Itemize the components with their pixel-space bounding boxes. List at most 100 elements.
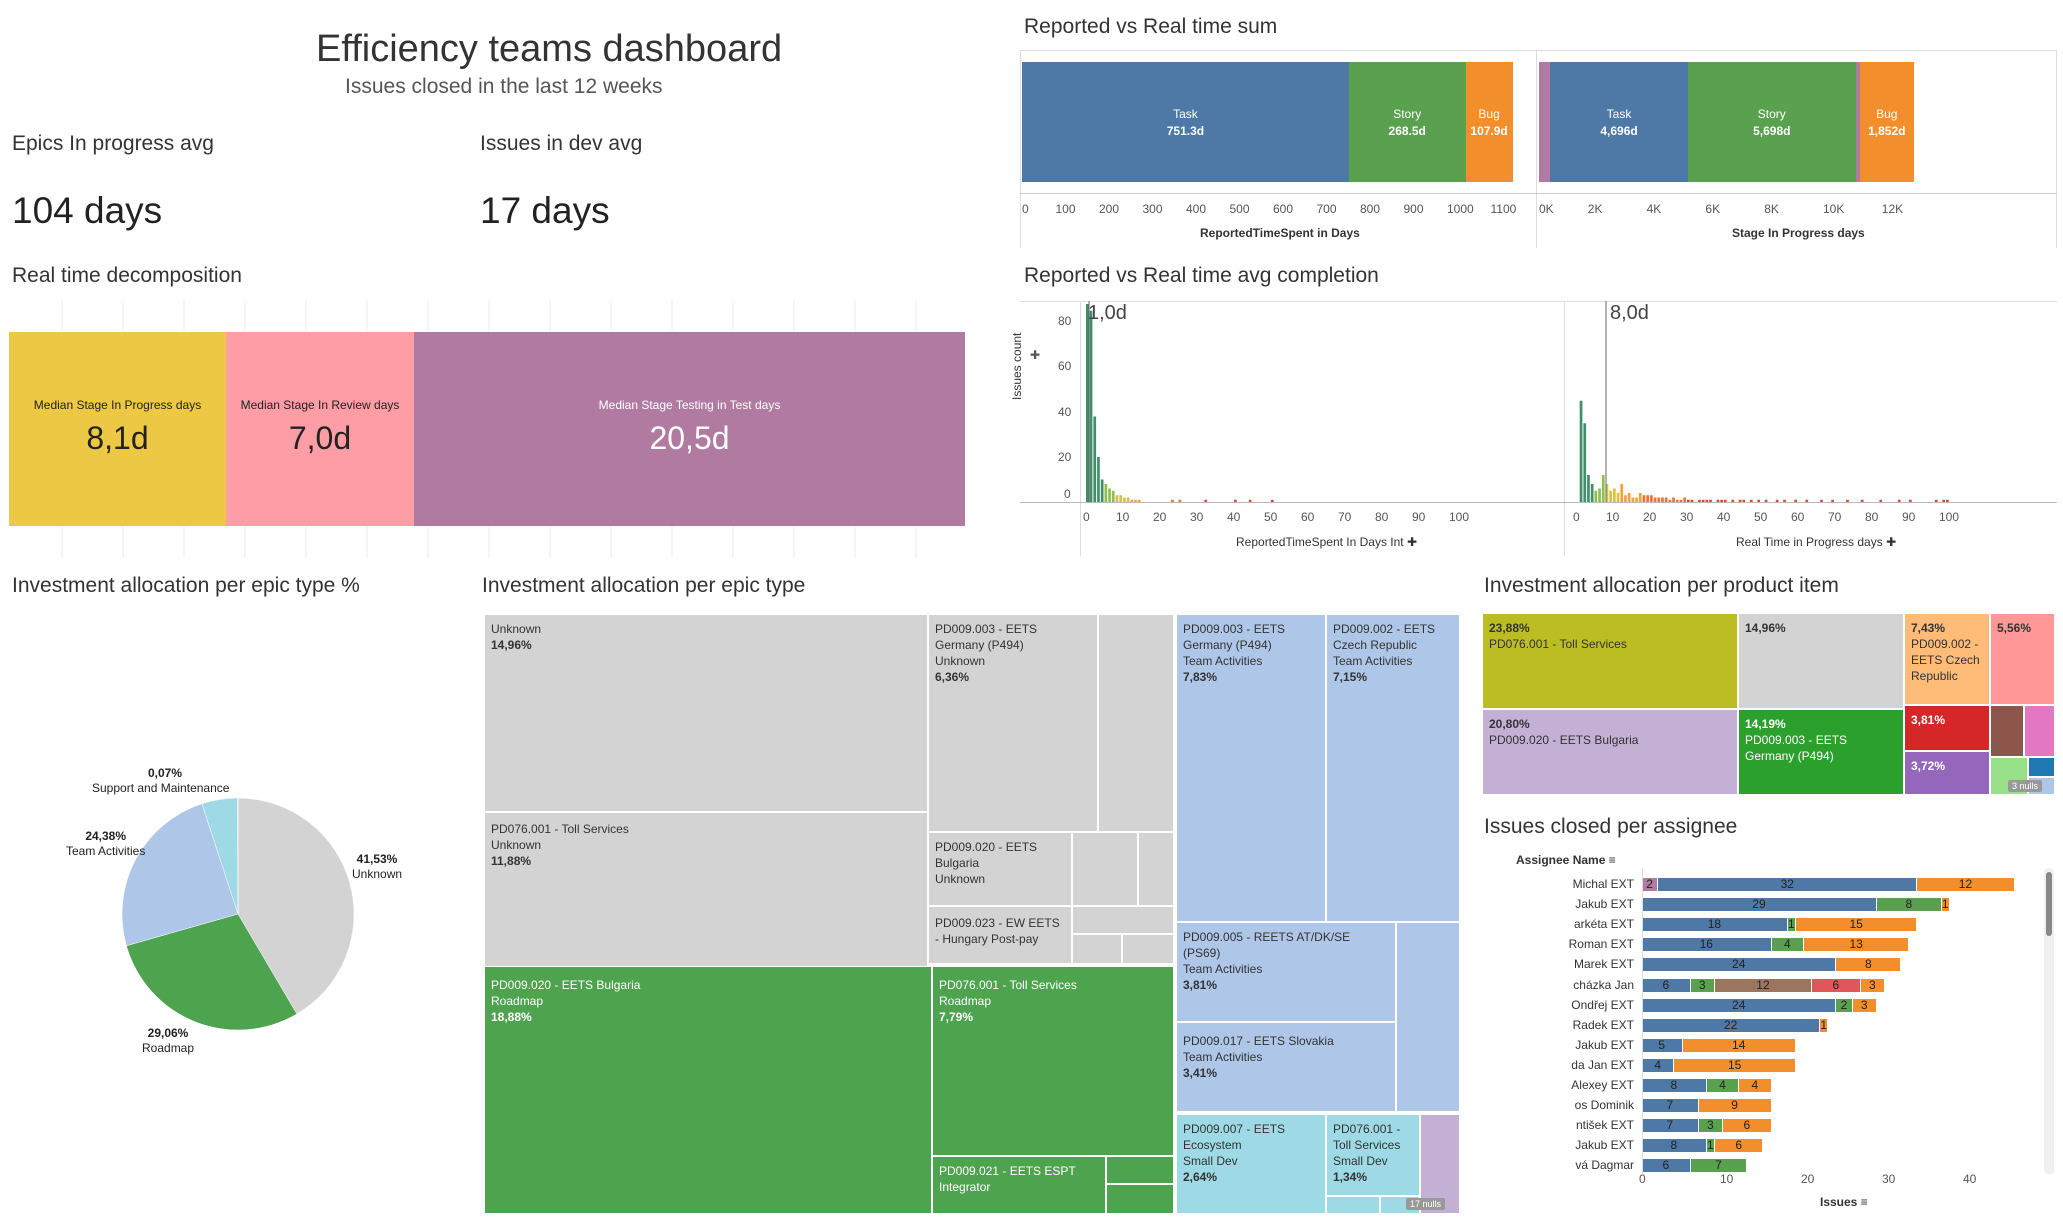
histogram-bar[interactable] <box>1635 497 1638 503</box>
decomp-segment-in-progress[interactable]: Median Stage In Progress days 8,1d <box>9 332 226 526</box>
assignee-header[interactable]: Assignee Name ≡ <box>1516 853 1616 867</box>
histogram-bar[interactable] <box>1675 499 1679 502</box>
histogram-bar[interactable] <box>1946 499 1949 502</box>
histogram-bar[interactable] <box>1701 499 1705 502</box>
assignee-bar-segment[interactable]: 12 <box>1714 978 1812 992</box>
histogram-bar[interactable] <box>1650 495 1653 502</box>
histogram-bar[interactable] <box>1683 497 1686 503</box>
histogram-bar[interactable] <box>1724 499 1727 502</box>
nulls-badge[interactable]: 3 nulls <box>2008 780 2043 792</box>
bar-segment[interactable] <box>1539 62 1550 182</box>
histogram-bar[interactable] <box>1860 499 1864 502</box>
assignee-bar-segment[interactable]: 1 <box>1820 1018 1828 1032</box>
histogram-bar[interactable] <box>1104 484 1108 502</box>
histogram-bar[interactable] <box>1783 499 1786 502</box>
bar-segment-story[interactable]: Story 268.5d <box>1348 62 1466 182</box>
histogram-bar[interactable] <box>1097 457 1100 502</box>
histogram-bar[interactable] <box>1134 499 1137 502</box>
histogram-bar[interactable] <box>1653 497 1657 503</box>
histogram-bar[interactable] <box>1594 490 1598 502</box>
histogram-bar[interactable] <box>1115 495 1119 502</box>
scrollbar-thumb[interactable] <box>2046 872 2052 936</box>
treemap-cell[interactable]: 3,81% <box>1904 705 1990 751</box>
assignee-bar-segment[interactable]: 22 <box>1642 1018 1820 1032</box>
treemap-product[interactable]: 23,88% PD076.001 - Toll Services 14,96% 7… <box>1482 613 2055 795</box>
histogram-bar[interactable] <box>1234 499 1237 502</box>
treemap-cell[interactable] <box>1072 906 1174 934</box>
bar-segment-story[interactable]: Story 5,698d <box>1688 62 1856 182</box>
histogram-bar[interactable] <box>1631 497 1635 503</box>
histogram-bar[interactable] <box>1672 497 1675 503</box>
histogram-bar[interactable] <box>1657 497 1661 503</box>
assignee-bar-segment[interactable]: 2 <box>1836 998 1852 1012</box>
histogram-bar[interactable] <box>1738 499 1742 502</box>
assignee-bar-segment[interactable]: 6 <box>1714 1138 1763 1153</box>
assignee-bar-segment[interactable]: 1 <box>1787 917 1795 932</box>
assignee-bar-segment[interactable]: 18 <box>1642 917 1787 932</box>
assignee-bar-segment[interactable]: 1 <box>1941 897 1949 912</box>
histogram-bar[interactable] <box>1178 499 1182 502</box>
assignee-bar-segment[interactable]: 7 <box>1642 1118 1698 1133</box>
histogram-bar[interactable] <box>1583 423 1587 502</box>
assignee-bar-segment[interactable]: 4 <box>1739 1078 1771 1092</box>
treemap-cell[interactable]: Unknown 14,96% <box>484 614 928 812</box>
histogram-bar[interactable] <box>1598 488 1601 503</box>
treemap-cell[interactable]: PD009.023 - EW EETS - Hungary Post-pay <box>928 906 1072 964</box>
histogram-bar[interactable] <box>1846 499 1849 502</box>
histogram-bar[interactable] <box>1716 499 1720 502</box>
histogram-bar[interactable] <box>1089 310 1093 502</box>
histogram-bar[interactable] <box>1664 497 1668 503</box>
treemap-cell[interactable]: 23,88% PD076.001 - Toll Services <box>1482 613 1738 709</box>
treemap-cell[interactable] <box>1122 934 1174 964</box>
assignee-bar-segment[interactable]: 14 <box>1682 1038 1795 1052</box>
assignee-bar-segment[interactable]: 29 <box>1642 897 1876 912</box>
sort-icon[interactable]: ≡ <box>1609 853 1616 867</box>
assignee-bar-segment[interactable]: 3 <box>1852 998 1876 1012</box>
histogram-bar[interactable] <box>1271 499 1274 502</box>
histogram-bar[interactable] <box>1126 497 1130 503</box>
histogram-bar[interactable] <box>1757 499 1760 502</box>
histogram-bar[interactable] <box>1668 499 1672 502</box>
histogram-bar[interactable] <box>1624 495 1627 502</box>
histogram-bar[interactable] <box>1705 499 1709 502</box>
treemap-cell[interactable] <box>1106 1184 1174 1214</box>
histogram-bar[interactable] <box>1111 490 1115 502</box>
treemap-cell[interactable]: 5,56% <box>1990 613 2055 705</box>
histogram-bar[interactable] <box>1942 499 1945 502</box>
pie-chart[interactable] <box>118 794 358 1034</box>
histogram-bar[interactable] <box>1638 493 1642 502</box>
assignee-bar-segment[interactable]: 24 <box>1642 957 1836 972</box>
histogram-bar[interactable] <box>1123 497 1126 503</box>
treemap-cell[interactable] <box>1072 832 1138 906</box>
assignee-bar-segment[interactable]: 3 <box>1860 978 1884 992</box>
bar-segment-task[interactable]: Task 751.3d <box>1022 62 1349 182</box>
treemap-cell[interactable] <box>1098 614 1174 832</box>
sort-icon[interactable]: ≡ <box>1861 1195 1868 1209</box>
treemap-cell[interactable] <box>1106 1156 1174 1184</box>
assignee-bar-segment[interactable]: 2 <box>1642 877 1658 891</box>
treemap-cell[interactable]: 14,96% <box>1738 613 1904 709</box>
treemap-epic[interactable]: Unknown 14,96% PD009.003 - EETS Germany (… <box>484 614 1460 1214</box>
histogram-bar[interactable] <box>1119 495 1122 502</box>
treemap-cell[interactable]: PD009.003 - EETS Germany (P494) Team Act… <box>1176 614 1326 922</box>
histogram-bar[interactable] <box>1613 488 1616 503</box>
assignee-bar-segment[interactable]: 7 <box>1642 1098 1698 1113</box>
histogram-bar[interactable] <box>1609 490 1612 502</box>
histogram-bar[interactable] <box>1879 499 1883 502</box>
histogram-bar[interactable] <box>1093 416 1097 503</box>
treemap-cell[interactable] <box>1138 832 1174 906</box>
histogram-bar[interactable] <box>1794 499 1797 502</box>
histogram-bar[interactable] <box>1587 475 1590 502</box>
treemap-cell[interactable]: 20,80% PD009.020 - EETS Bulgaria <box>1482 709 1738 795</box>
treemap-cell[interactable]: PD009.017 - EETS Slovakia Team Activitie… <box>1176 1022 1396 1112</box>
histogram-bar[interactable] <box>1690 499 1694 502</box>
treemap-cell[interactable]: PD009.020 - EETS Bulgaria Unknown <box>928 832 1072 906</box>
bar-segment-task[interactable]: Task 4,696d <box>1550 62 1689 182</box>
assignee-bar-segment[interactable]: 8 <box>1876 897 1941 912</box>
treemap-cell[interactable]: 7,43% PD009.002 - EETS Czech Republic <box>1904 613 1990 705</box>
assignee-bar-segment[interactable]: 3 <box>1698 1118 1722 1133</box>
assignee-bar-segment[interactable]: 15 <box>1674 1058 1795 1072</box>
histogram-bar[interactable] <box>1805 499 1809 502</box>
assignee-bar-segment[interactable]: 6 <box>1642 978 1690 992</box>
histogram-bar[interactable] <box>1742 499 1746 502</box>
